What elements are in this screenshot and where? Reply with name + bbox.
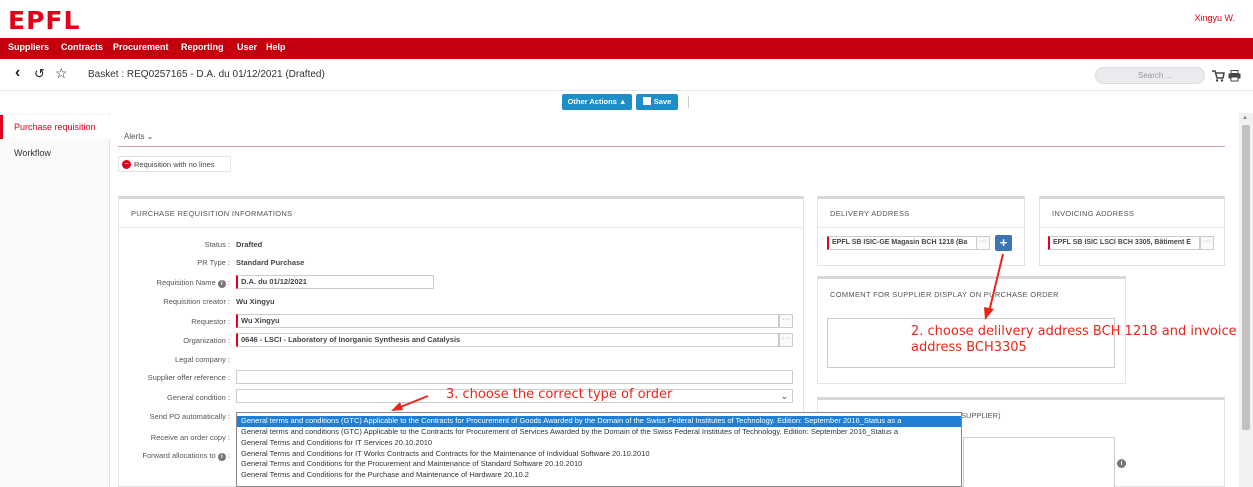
pr-type-value: Standard Purchase: [236, 258, 305, 267]
print-icon[interactable]: [1228, 70, 1241, 82]
send-po-label: Send PO automatically :: [149, 412, 230, 421]
scrollbar-thumb[interactable]: [1242, 125, 1250, 430]
requestor-input[interactable]: Wu Xingyu: [236, 314, 779, 328]
menu-item-contracts[interactable]: Contracts: [61, 42, 103, 52]
general-condition-dropdown-list: General terms and conditions (GTC) Appli…: [236, 412, 962, 487]
legal-company-label: Legal company :: [174, 355, 230, 364]
invoicing-address-lookup-button[interactable]: ···: [1200, 236, 1214, 250]
requisition-name-label-text: Requisition Name: [156, 278, 216, 287]
toolbar-divider: [688, 96, 689, 108]
creator-label: Requisition creator :: [163, 297, 230, 306]
menu-item-reporting[interactable]: Reporting: [181, 42, 224, 52]
panel-divider: [818, 227, 1024, 228]
user-menu[interactable]: Xingyu W.: [1194, 13, 1235, 23]
panel-divider: [119, 227, 803, 228]
forward-allocations-label: Forward allocations to i :: [142, 451, 230, 461]
page-title: Basket : REQ0257165 - D.A. du 01/12/2021…: [88, 69, 325, 80]
supplier-offer-input[interactable]: [236, 370, 793, 384]
menu-item-procurement[interactable]: Procurement: [113, 42, 169, 52]
star-icon[interactable]: ☆: [55, 65, 68, 81]
dropdown-option[interactable]: General Terms and Conditions for IT Work…: [237, 449, 961, 460]
panel-title: DELIVERY ADDRESS: [830, 209, 910, 218]
pr-type-label: PR Type :: [197, 258, 230, 267]
menu-item-help[interactable]: Help: [266, 42, 286, 52]
requisition-name-input[interactable]: D.A. du 01/12/2021: [236, 275, 434, 289]
chevron-down-icon: ⌄: [780, 391, 788, 401]
alert-message: Requisition with no lines: [134, 160, 215, 169]
supplier-comment-textarea[interactable]: [963, 437, 1115, 487]
delivery-address-panel: DELIVERY ADDRESS: [817, 196, 1025, 266]
error-icon: −: [122, 160, 131, 169]
panel-divider: [1040, 227, 1224, 228]
save-label: Save: [653, 97, 672, 106]
top-bar: EPFL Xingyu W.: [0, 0, 1253, 38]
epfl-logo[interactable]: EPFL: [8, 6, 80, 35]
panel-title: COMMENT FOR SUPPLIER DISPLAY ON PURCHASE…: [830, 290, 1059, 299]
delivery-address-input[interactable]: EPFL SB ISIC-GE Magasin BCH 1218 (Ba: [827, 236, 977, 250]
delivery-address-lookup-button[interactable]: ···: [976, 236, 990, 250]
chevron-down-icon: ⌄: [146, 132, 154, 141]
requisition-name-label: Requisition Name i :: [156, 278, 230, 288]
annotation-delivery-note: 2. choose delilvery address BCH 1218 and…: [911, 324, 1237, 355]
dropdown-option[interactable]: General Terms and Conditions for the Pur…: [237, 470, 961, 481]
cart-icon[interactable]: [1211, 70, 1225, 82]
action-bar: Other Actions ▲ Save: [0, 91, 1253, 113]
dropdown-option[interactable]: General Terms and Conditions for the Pro…: [237, 459, 961, 470]
info-icon: i: [1117, 459, 1126, 468]
receive-copy-label: Receive an order copy :: [150, 433, 230, 442]
general-condition-label: General condition :: [167, 393, 230, 402]
menu-item-user[interactable]: User: [237, 42, 257, 52]
page-scrollbar[interactable]: ▲: [1239, 113, 1253, 487]
info-icon: i: [217, 453, 226, 461]
alerts-divider: [118, 146, 1225, 147]
history-icon[interactable]: ↺: [34, 66, 45, 82]
panel-title: INVOICING ADDRESS: [1052, 209, 1135, 218]
other-actions-button[interactable]: Other Actions ▲: [562, 94, 632, 110]
alerts-toggle[interactable]: Alerts ⌄: [124, 132, 153, 141]
organization-input[interactable]: 0646 - LSCI - Laboratory of Inorganic Sy…: [236, 333, 779, 347]
title-bar: ‹ ↺ ☆ Basket : REQ0257165 - D.A. du 01/1…: [0, 59, 1253, 91]
search-input[interactable]: Search ...: [1095, 67, 1205, 84]
supplier-offer-label: Supplier offer reference :: [147, 373, 230, 382]
organization-lookup-button[interactable]: ···: [779, 333, 793, 347]
dropdown-option[interactable]: General terms and conditions (GTC) Appli…: [237, 427, 961, 438]
status-label: Status :: [204, 240, 230, 249]
left-nav-workflow[interactable]: Workflow: [0, 141, 110, 165]
invoicing-address-input[interactable]: EPFL SB ISIC LSCI BCH 3305, Bâtiment E: [1048, 236, 1200, 250]
creator-value: Wu Xingyu: [236, 297, 275, 306]
status-value: Drafted: [236, 240, 263, 249]
alerts-label: Alerts: [124, 132, 145, 141]
panel-title-tail: SUPPLIER): [961, 411, 1001, 420]
main-menu: Suppliers Contracts Procurement Reportin…: [0, 38, 1253, 59]
annotation-order-note: 3. choose the correct type of order: [446, 387, 673, 402]
save-icon: [642, 97, 651, 106]
info-icon: i: [217, 280, 226, 288]
requestor-label: Requestor :: [191, 317, 230, 326]
dropdown-option[interactable]: General terms and conditions (GTC) Appli…: [237, 416, 961, 427]
alert-box: − Requisition with no lines: [118, 156, 231, 172]
menu-item-suppliers[interactable]: Suppliers: [8, 42, 49, 52]
dropdown-option[interactable]: General Terms and Conditions for IT Serv…: [237, 438, 961, 449]
add-delivery-address-button[interactable]: +: [995, 235, 1012, 251]
invoicing-address-panel: INVOICING ADDRESS: [1039, 196, 1225, 266]
panel-title: PURCHASE REQUISITION INFORMATIONS: [131, 209, 293, 218]
chevron-left-icon[interactable]: ‹: [15, 65, 20, 81]
organization-label: Organization :: [183, 336, 230, 345]
save-button[interactable]: Save: [636, 94, 678, 110]
scroll-up-icon[interactable]: ▲: [1242, 115, 1248, 121]
requestor-lookup-button[interactable]: ···: [779, 314, 793, 328]
left-nav-purchase-requisition[interactable]: Purchase requisition: [0, 115, 110, 139]
forward-allocations-label-text: Forward allocations to: [142, 451, 216, 460]
